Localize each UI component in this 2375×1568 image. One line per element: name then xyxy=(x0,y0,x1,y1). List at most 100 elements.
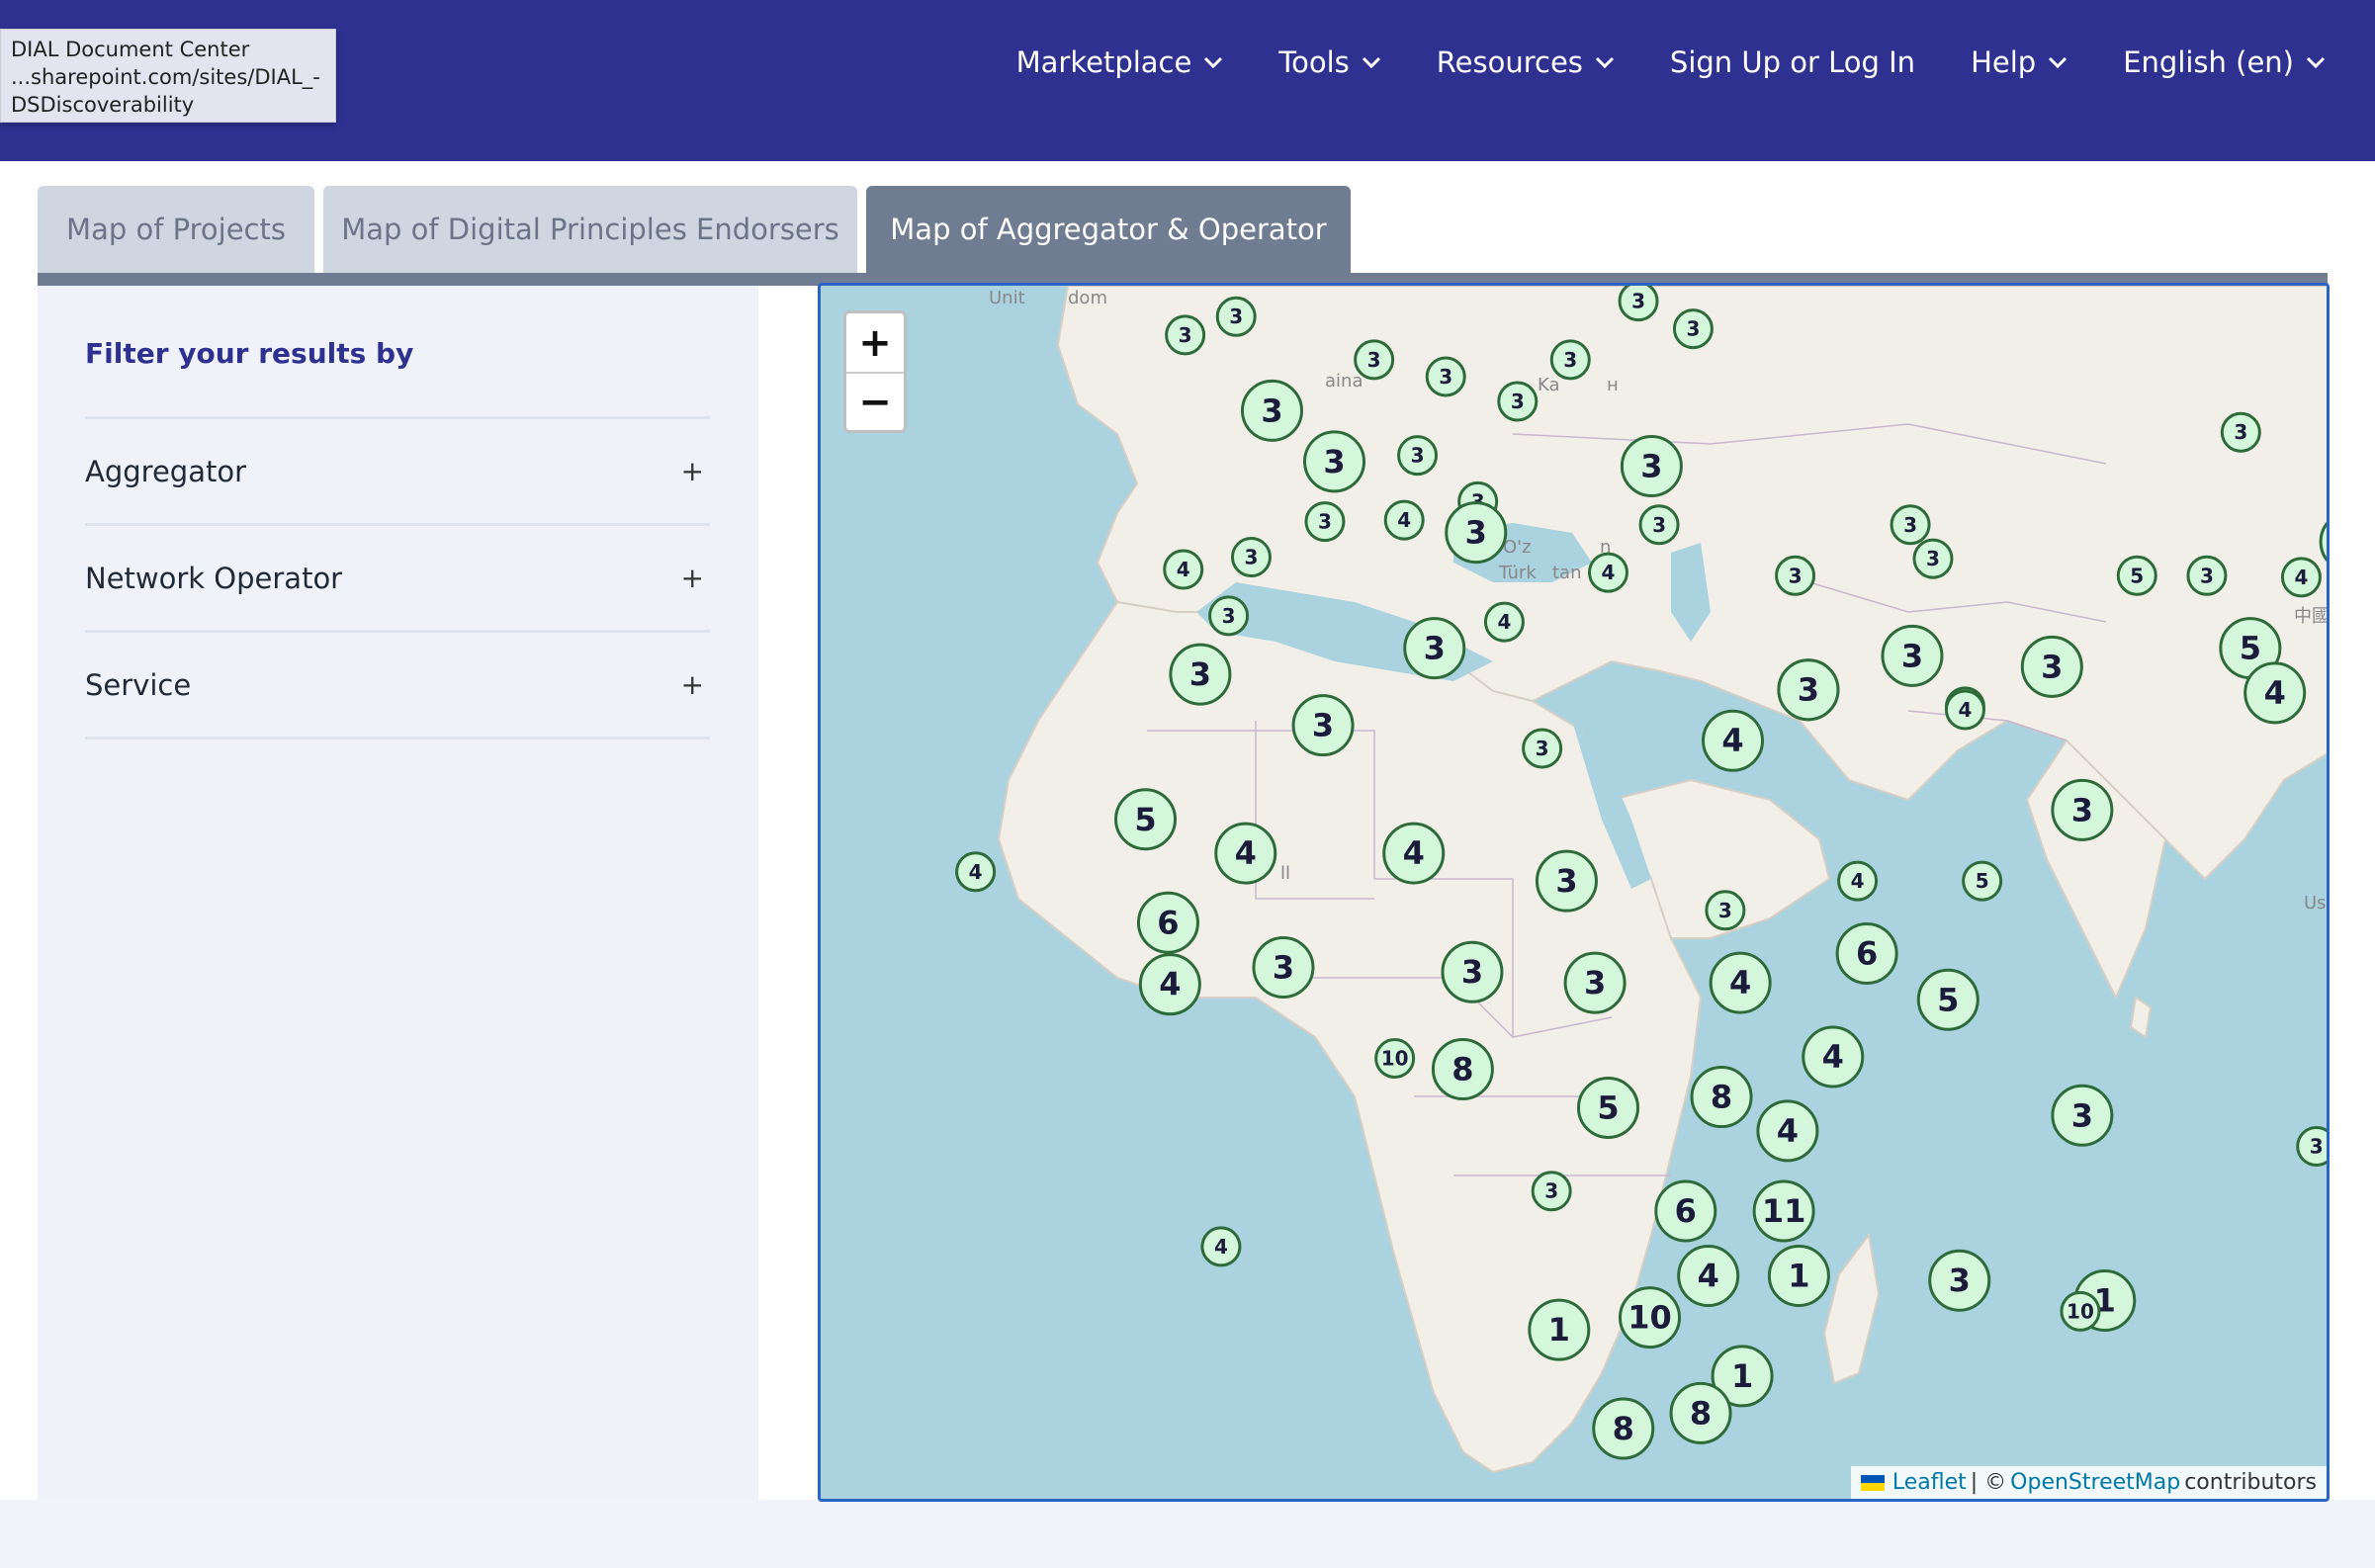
openstreetmap-link[interactable]: OpenStreetMap xyxy=(2010,1470,2180,1495)
cluster-count: 4 xyxy=(1822,1038,1844,1076)
cluster-count: 3 xyxy=(1584,964,1606,1002)
place-label: Us xyxy=(2304,893,2327,914)
main-nav: Marketplace Tools Resources Sign Up or L… xyxy=(1016,45,2326,79)
place-label: ll xyxy=(1280,863,1290,884)
cluster-count: 3 xyxy=(1718,899,1732,922)
cluster-count: 4 xyxy=(1159,966,1181,1003)
chevron-down-icon xyxy=(1362,56,1380,69)
filter-list: Aggregator + Network Operator + Service … xyxy=(85,416,710,740)
cluster-count: 3 xyxy=(1640,448,1662,485)
nav-resources-label: Resources xyxy=(1436,45,1583,79)
cluster-count: 6 xyxy=(1157,904,1179,941)
cluster-count: 5 xyxy=(1134,801,1156,838)
nav-tools-label: Tools xyxy=(1278,45,1350,79)
cluster-count: 8 xyxy=(1690,1394,1712,1432)
cluster-count: 4 xyxy=(1497,610,1511,634)
cluster-count: 3 xyxy=(1367,348,1381,372)
cluster-count: 3 xyxy=(2234,420,2247,444)
cluster-count: 11 xyxy=(1762,1192,1806,1230)
place-label: Türk xyxy=(1498,563,1537,583)
zoom-control: + − xyxy=(843,310,907,433)
cluster-count: 3 xyxy=(1323,443,1345,480)
cluster-count: 6 xyxy=(1675,1192,1697,1230)
cluster-count: 3 xyxy=(1312,707,1334,744)
map-base-layer[interactable]: Unit dom aina Ka н Türk tan O'z n 中國 ll … xyxy=(821,286,2330,1502)
cluster-count: 3 xyxy=(1245,546,1259,569)
place-label: 中國 xyxy=(2294,606,2330,627)
cluster-count: 5 xyxy=(1597,1089,1619,1126)
nav-language-label: English (en) xyxy=(2123,45,2294,79)
cluster-count: 3 xyxy=(2200,564,2214,587)
tab-map-of-digital-principles-endorsers[interactable]: Map of Digital Principles Endorsers xyxy=(323,186,857,273)
cluster-count: 3 xyxy=(1222,604,1236,628)
cluster-count: 4 xyxy=(1721,722,1743,759)
chevron-down-icon xyxy=(2306,56,2326,69)
cluster-count: 3 xyxy=(1926,547,1940,570)
nav-resources[interactable]: Resources xyxy=(1437,45,1615,79)
cluster-count: 4 xyxy=(1777,1112,1799,1150)
cluster-count: 3 xyxy=(1318,510,1332,534)
place-label: aina xyxy=(1325,371,1363,392)
filter-aggregator[interactable]: Aggregator + xyxy=(85,419,710,526)
cluster-count: 1 xyxy=(1788,1258,1809,1295)
cluster-count: 3 xyxy=(1631,290,1645,313)
nav-tools[interactable]: Tools xyxy=(1278,45,1380,79)
cluster-count: 3 xyxy=(2071,791,2093,828)
filter-network-operator[interactable]: Network Operator + xyxy=(85,526,710,633)
ukraine-flag-icon xyxy=(1860,1474,1885,1491)
cluster-count: 3 xyxy=(1461,953,1483,991)
filter-sidebar: Filter your results by Aggregator + Netw… xyxy=(38,286,758,1500)
place-label: н xyxy=(1607,375,1619,395)
zoom-in-button[interactable]: + xyxy=(846,313,904,372)
nav-help[interactable]: Help xyxy=(1971,45,2067,79)
chevron-down-icon xyxy=(2049,56,2067,69)
tab-map-of-aggregator-operator[interactable]: Map of Aggregator & Operator xyxy=(866,186,1351,273)
cluster-count: 3 xyxy=(2041,648,2063,685)
cluster-count: 3 xyxy=(1563,348,1577,372)
cluster-count: 3 xyxy=(1555,862,1577,900)
nav-marketplace[interactable]: Marketplace xyxy=(1016,45,1224,79)
footer-strip xyxy=(0,1500,2375,1568)
cluster-count: 4 xyxy=(1958,698,1972,722)
cluster-count: 3 xyxy=(2310,1134,2324,1158)
cluster-count: 5 xyxy=(1937,981,1959,1018)
nav-language[interactable]: English (en) xyxy=(2123,45,2326,79)
cluster-count: 3 xyxy=(1544,1179,1558,1203)
cluster-count: 4 xyxy=(2294,566,2308,589)
cluster-count: 4 xyxy=(1602,561,1616,584)
cluster-count: 3 xyxy=(1179,323,1192,347)
expand-icon[interactable]: + xyxy=(681,562,710,594)
cluster-count: 4 xyxy=(1851,869,1865,893)
cluster-count: 3 xyxy=(1652,513,1666,537)
cluster-count: 3 xyxy=(1686,317,1700,341)
cluster-count: 3 xyxy=(1439,365,1452,389)
filter-service-label: Service xyxy=(85,667,192,702)
map-tabs: Map of Projects Map of Digital Principle… xyxy=(38,186,1351,273)
cluster-count: 3 xyxy=(1949,1262,1971,1299)
browser-tooltip: DIAL Document Center ...sharepoint.com/s… xyxy=(0,29,336,123)
tooltip-line-2: ...sharepoint.com/sites/DIAL_- xyxy=(11,65,320,89)
cluster-count: 4 xyxy=(1729,964,1751,1002)
expand-icon[interactable]: + xyxy=(681,668,710,701)
filter-aggregator-label: Aggregator xyxy=(85,454,246,488)
nav-marketplace-label: Marketplace xyxy=(1015,45,1192,79)
expand-icon[interactable]: + xyxy=(681,455,710,487)
leaflet-link[interactable]: Leaflet xyxy=(1892,1470,1967,1495)
nav-sign-up-label: Sign Up or Log In xyxy=(1669,45,1916,79)
cluster-count: 8 xyxy=(1451,1050,1473,1088)
nav-sign-up-log-in[interactable]: Sign Up or Log In xyxy=(1670,45,1915,79)
cluster-count: 4 xyxy=(2264,674,2286,712)
cluster-count: 4 xyxy=(1235,834,1257,872)
place-label: dom xyxy=(1068,288,1107,308)
cluster-count: 3 xyxy=(1424,630,1446,667)
place-label: O'z xyxy=(1503,537,1532,558)
chevron-down-icon xyxy=(1204,56,1223,69)
cluster-count: 4 xyxy=(1214,1235,1228,1259)
tab-map-of-projects[interactable]: Map of Projects xyxy=(38,186,314,273)
map-container[interactable]: Unit dom aina Ka н Türk tan O'z n 中國 ll … xyxy=(818,283,2330,1502)
zoom-out-button[interactable]: − xyxy=(846,372,904,430)
cluster-count: 4 xyxy=(1698,1258,1719,1295)
map-attribution: Leaflet | © OpenStreetMap contributors xyxy=(1850,1466,2327,1499)
tooltip-line-1: DIAL Document Center xyxy=(11,38,250,61)
filter-service[interactable]: Service + xyxy=(85,633,710,740)
